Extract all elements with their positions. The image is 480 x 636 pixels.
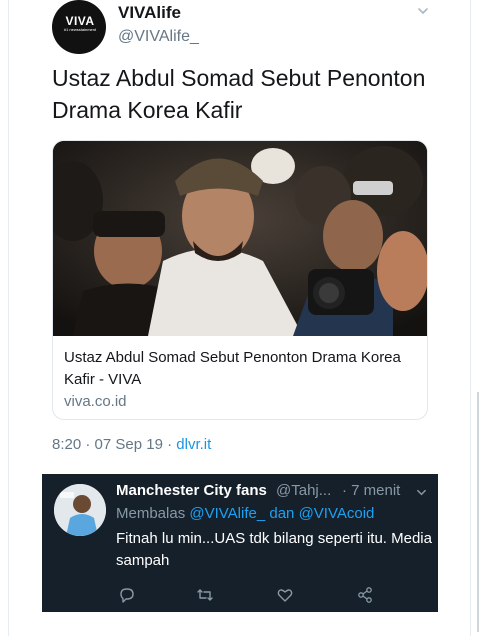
reply-avatar-image (54, 484, 106, 536)
viva-logo: VIVA (65, 14, 95, 28)
mention-link[interactable]: @VIVAcoid (299, 505, 375, 522)
chevron-down-icon[interactable] (417, 5, 429, 17)
reply-tweet[interactable]: Manchester City fans @Tahj... · 7 menit … (42, 474, 438, 612)
reply-icon[interactable] (118, 586, 136, 604)
left-border (8, 0, 9, 636)
replying-to: Membalas @VIVAlife_ dan @VIVAcoid (116, 505, 374, 522)
tweet-header: VIVA #1 newsstainment VIVAlife @VIVAlife… (52, 0, 442, 56)
meta-separator: · (85, 436, 91, 453)
reply-author-avatar[interactable] (54, 484, 106, 536)
card-image[interactable] (53, 141, 427, 336)
viva-tagline: #1 newsstainment (63, 27, 97, 32)
tweet-meta: 8:20 · 07 Sep 19 · dlvr.it (52, 436, 211, 453)
meta-separator: · (167, 436, 173, 453)
tweet-time: 8:20 (52, 436, 82, 453)
reply-author-name[interactable]: Manchester City fans (116, 482, 267, 499)
share-icon[interactable] (356, 586, 374, 604)
reply-text: Fitnah lu min...UAS tdk bilang seperti i… (116, 530, 432, 569)
card-title[interactable]: Ustaz Abdul Somad Sebut Penonton Drama K… (64, 347, 414, 391)
author-name[interactable]: VIVAlife (118, 3, 181, 23)
right-border (470, 0, 471, 636)
scrollbar[interactable] (477, 392, 479, 632)
tweet-text: Ustaz Abdul Somad Sebut Penonton Drama K… (52, 65, 426, 123)
news-photo (53, 141, 427, 336)
mention-link[interactable]: @VIVAlife_ (189, 505, 265, 522)
author-avatar[interactable]: VIVA #1 newsstainment (52, 0, 106, 54)
tweet-date: 07 Sep 19 (94, 436, 163, 453)
card-domain: viva.co.id (64, 393, 127, 410)
reply-author-handle[interactable]: @Tahj... (276, 482, 331, 499)
reply-actions (114, 586, 434, 606)
replying-joiner: dan (269, 505, 295, 522)
reply-time: · 7 menit (342, 482, 401, 499)
chevron-down-icon[interactable] (416, 487, 427, 498)
replying-prefix: Membalas (116, 505, 186, 522)
heart-icon[interactable] (276, 586, 294, 604)
author-handle[interactable]: @VIVAlife_ (118, 28, 199, 46)
retweet-icon[interactable] (196, 586, 214, 604)
tweet-source-link[interactable]: dlvr.it (176, 436, 211, 453)
link-card[interactable]: Ustaz Abdul Somad Sebut Penonton Drama K… (52, 140, 428, 420)
